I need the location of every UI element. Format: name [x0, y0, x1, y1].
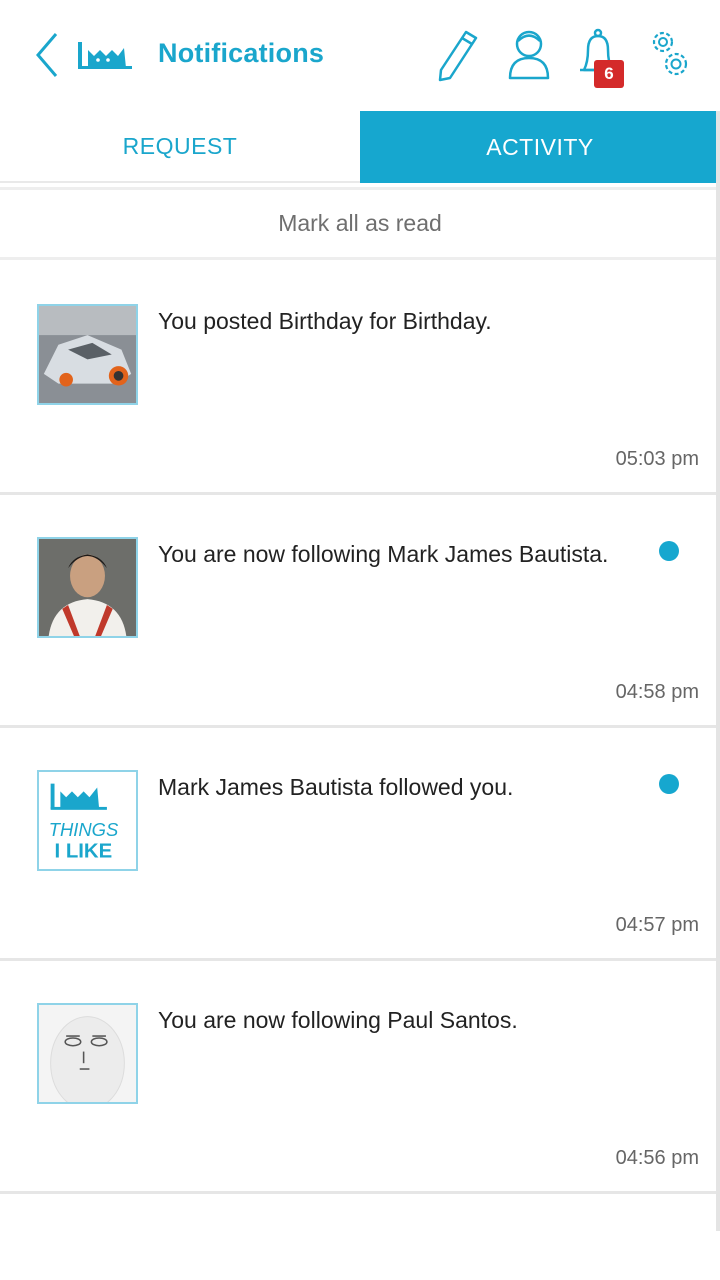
tab-request[interactable]: REQUEST: [0, 111, 360, 183]
notification-count-badge: 6: [594, 60, 624, 88]
notification-item[interactable]: You are now following Paul Santos. 04:56…: [0, 961, 720, 1194]
notification-time: 05:03 pm: [615, 448, 699, 470]
car-thumbnail: [37, 304, 138, 405]
user-icon[interactable]: [506, 28, 552, 82]
chevron-left-icon[interactable]: [30, 30, 64, 80]
cat-logo-icon: [78, 42, 132, 69]
notification-item[interactable]: You are now following Mark James Bautist…: [0, 495, 720, 728]
notification-time: 04:58 pm: [615, 681, 699, 703]
pencil-icon[interactable]: [436, 28, 480, 82]
things-i-like-thumbnail: THINGS I LIKE: [37, 770, 138, 871]
tab-activity[interactable]: ACTIVITY: [360, 111, 720, 183]
notification-time: 04:57 pm: [615, 914, 699, 936]
mark-all-read-button[interactable]: Mark all as read: [0, 187, 720, 260]
scroll-edge: [716, 111, 720, 1231]
notification-item[interactable]: THINGS I LIKE Mark James Bautista follow…: [0, 728, 720, 961]
tab-bar: REQUEST ACTIVITY: [0, 111, 720, 183]
logo-text-line2: I LIKE: [55, 840, 113, 862]
notification-list: You posted Birthday for Birthday. 05:03 …: [0, 262, 720, 1194]
gears-icon[interactable]: [648, 28, 690, 80]
egg-face-thumbnail: [37, 1003, 138, 1104]
notification-text: You are now following Mark James Bautist…: [158, 541, 609, 567]
notification-time: 04:56 pm: [615, 1147, 699, 1169]
notification-text: Mark James Bautista followed you.: [158, 774, 514, 800]
page-title: Notifications: [158, 38, 325, 68]
unread-indicator: [659, 774, 679, 794]
app-header: Notifications 6: [0, 0, 720, 111]
portrait-thumbnail: [37, 537, 138, 638]
notification-text: You are now following Paul Santos.: [158, 1007, 518, 1033]
notification-text: You posted Birthday for Birthday.: [158, 308, 492, 334]
logo-text-line1: THINGS: [49, 819, 119, 840]
unread-indicator: [659, 541, 679, 561]
notification-item[interactable]: You posted Birthday for Birthday. 05:03 …: [0, 262, 720, 495]
